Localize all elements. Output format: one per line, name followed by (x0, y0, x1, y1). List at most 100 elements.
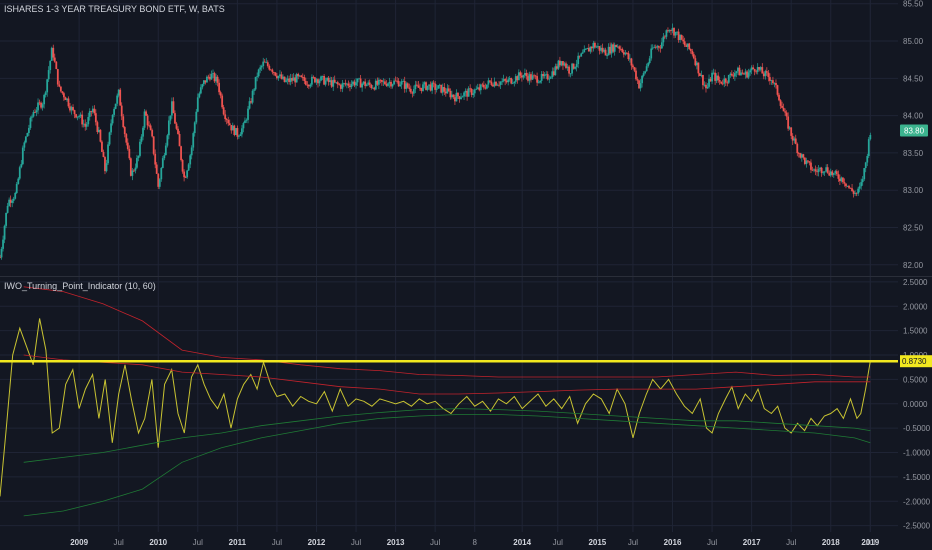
candle-body (245, 119, 248, 121)
candle-body (41, 104, 44, 108)
candle-body (20, 164, 23, 168)
candle-body (116, 95, 119, 104)
candle-body (724, 78, 727, 83)
candle-body (23, 142, 26, 148)
candle-body (132, 170, 135, 172)
candle-body (432, 82, 435, 84)
candle-body (657, 46, 660, 48)
candle-body (110, 123, 112, 133)
candle-body (857, 188, 860, 194)
candle-body (46, 79, 49, 93)
candle-body (549, 77, 552, 79)
candle-body (152, 136, 155, 154)
price-y-tick-label: 85.00 (903, 37, 924, 46)
candle-body (228, 123, 231, 126)
candle-body (651, 47, 654, 49)
candle-body (730, 73, 733, 76)
candle-body (277, 75, 280, 79)
candle-body (24, 136, 27, 143)
candle-body (174, 113, 176, 124)
candle-body (26, 132, 29, 137)
candle-body (691, 50, 694, 55)
chart-canvas: 85.5085.0084.5084.0083.5083.0082.5082.00… (0, 0, 932, 550)
candle-body (785, 112, 788, 117)
candle-body (482, 84, 485, 88)
candle-body (126, 142, 129, 149)
candle-body (218, 82, 220, 93)
candle-body (206, 76, 208, 83)
candle-body (155, 164, 158, 174)
candle-body (702, 74, 704, 86)
candle-body (475, 88, 478, 90)
candle-body (222, 107, 225, 115)
x-tick-label: 2013 (387, 538, 405, 547)
candle-body (525, 72, 528, 77)
candle-body (452, 94, 455, 98)
candle-body (706, 86, 709, 89)
price-y-tick-label: 85.50 (903, 0, 924, 9)
price-y-tick-label: 82.50 (903, 224, 924, 233)
candle-body (237, 135, 240, 137)
candle-body (842, 177, 844, 183)
candle-body (864, 162, 867, 169)
indicator-y-tick-label: 2.0000 (903, 302, 928, 311)
candle-body (808, 161, 811, 163)
candle-body (772, 80, 774, 84)
candle-body (648, 58, 651, 64)
candle-body (3, 225, 6, 240)
candle-body (247, 108, 249, 120)
price-y-tick-label: 83.50 (903, 149, 924, 158)
candle-body (347, 83, 350, 86)
candle-body (285, 80, 287, 82)
candle-body (460, 97, 462, 100)
candle-body (370, 84, 373, 89)
candle-body (814, 169, 817, 172)
candle-body (59, 86, 62, 92)
candle-body (568, 66, 570, 74)
indicator-y-tick-label: 2.5000 (903, 278, 928, 287)
candle-body (355, 82, 357, 86)
candle-body (18, 167, 21, 179)
candle-body (796, 143, 799, 154)
candle-body (311, 76, 313, 85)
last-price-badge: 83.80 (900, 124, 928, 137)
candle-body (113, 108, 116, 115)
x-tick-label: Jul (430, 538, 440, 547)
candle-body (431, 82, 434, 91)
candle-body (55, 61, 58, 70)
candle-body (221, 95, 224, 108)
x-tick-label: 2015 (588, 538, 606, 547)
candle-body (122, 116, 125, 128)
candle-body (747, 72, 750, 78)
candle-body (832, 173, 835, 175)
candle-body (149, 125, 152, 131)
candle-body (2, 239, 4, 249)
candle-body (43, 94, 46, 105)
candle-body (101, 141, 103, 152)
chart-background (0, 0, 932, 550)
candle-body (31, 116, 33, 118)
candle-body (154, 153, 157, 165)
candle-body (511, 83, 514, 84)
candle-body (142, 127, 144, 137)
indicator-y-tick-label: 0.5000 (903, 375, 928, 384)
candle-body (463, 92, 465, 97)
candle-body (225, 119, 228, 121)
candle-body (210, 73, 213, 80)
candle-body (635, 70, 637, 80)
candle-body (181, 160, 184, 172)
candle-body (195, 111, 198, 123)
candle-body (189, 155, 192, 165)
candle-body (781, 105, 783, 108)
candle-body (78, 116, 81, 117)
candle-body (727, 74, 730, 83)
x-tick-label: 2019 (861, 538, 879, 547)
candle-body (765, 71, 768, 73)
candle-body (274, 72, 277, 76)
candle-body (241, 128, 243, 135)
indicator-title: IWO_Turning_Point_Indicator (10, 60) (4, 281, 156, 291)
candle-body (268, 65, 271, 70)
candle-body (574, 67, 577, 69)
candle-body (53, 57, 56, 62)
candle-body (102, 151, 105, 158)
